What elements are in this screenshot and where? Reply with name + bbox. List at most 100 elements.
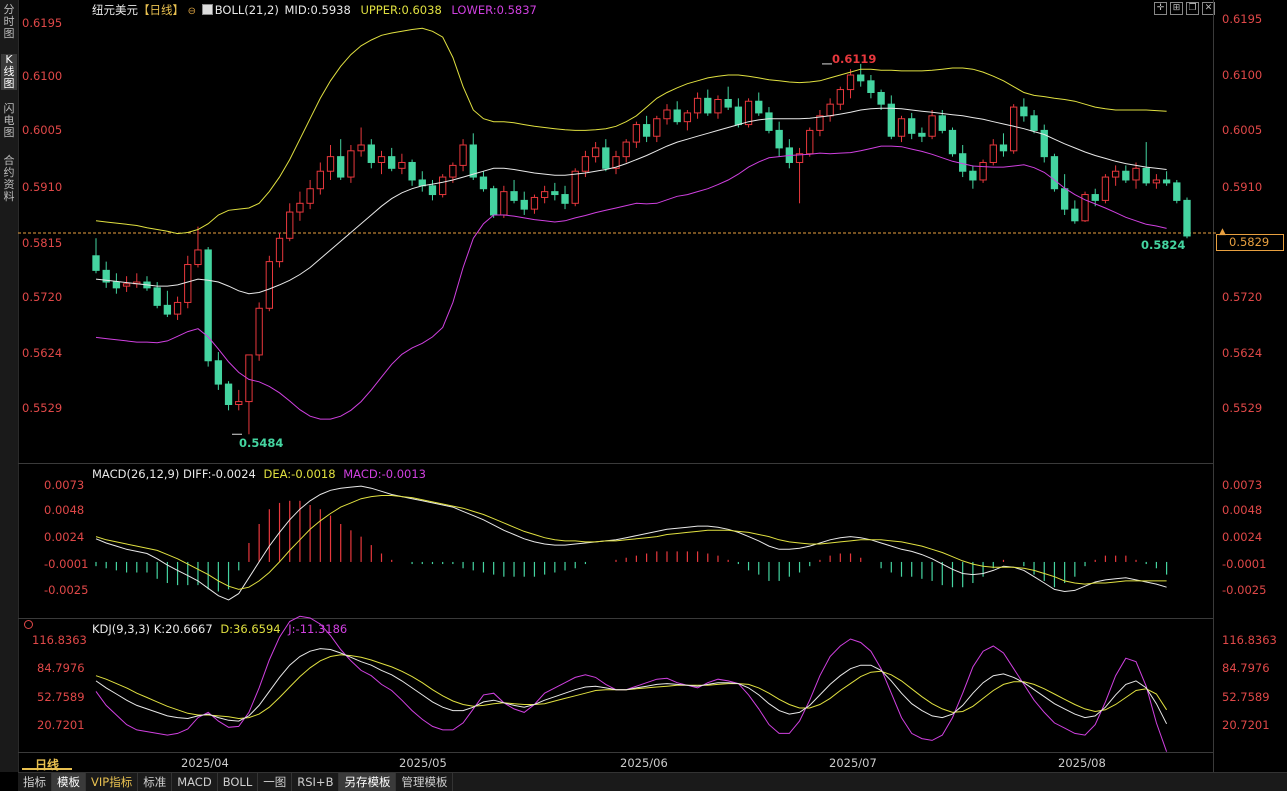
candle-up [591, 147, 600, 158]
tab-manage-template[interactable]: 管理模板 [396, 773, 454, 791]
time-axis-line [18, 752, 1213, 753]
candle-down [948, 129, 957, 155]
candle-up [173, 301, 182, 315]
macd-dea-line [95, 495, 1167, 590]
candle-down [1030, 115, 1038, 131]
date-label: 2025/08 [1058, 756, 1106, 770]
candle-down [1060, 188, 1069, 210]
candle-up [184, 264, 192, 303]
candle-down [999, 144, 1008, 152]
candle-down [857, 74, 865, 82]
candle-up [714, 98, 722, 114]
date-label: 2025/05 [399, 756, 447, 770]
candle-down [918, 132, 926, 137]
candle-down [408, 161, 416, 181]
candle-up [316, 170, 324, 190]
candle-down [469, 144, 477, 178]
candle-down [765, 112, 773, 131]
candle-down [1050, 156, 1059, 190]
candle-up [928, 115, 936, 137]
boll-mid-line [95, 107, 1167, 295]
candle-up [1101, 176, 1110, 201]
candle-up [439, 176, 447, 196]
candle-down [704, 97, 712, 114]
tab-boll[interactable]: BOLL [218, 773, 259, 791]
candle-up [122, 283, 131, 287]
candle-down [337, 156, 345, 178]
tab-save-template[interactable]: 另存模板 [339, 773, 397, 791]
candle-up [979, 161, 987, 181]
tab-vip-indicator[interactable]: VIP指标 [86, 773, 139, 791]
candle-up [846, 74, 855, 91]
candle-up [816, 115, 824, 131]
candle-down [1071, 208, 1079, 222]
candle-down [887, 103, 895, 137]
kdj-k-line [95, 648, 1168, 725]
candle-down [959, 153, 967, 172]
candle-up [377, 156, 386, 163]
candle-down [112, 281, 121, 289]
tab-indicator[interactable]: 指标 [18, 773, 52, 791]
candle-down [510, 191, 518, 201]
candle-up [306, 188, 314, 204]
candle-down [551, 191, 559, 196]
candle-up [806, 129, 814, 155]
candle-up [693, 97, 702, 114]
candle-down [775, 129, 783, 149]
candle-up [663, 109, 671, 120]
candle-down [673, 109, 681, 123]
tab-template[interactable]: 模板 [52, 773, 86, 791]
candle-down [214, 360, 223, 385]
candle-up [653, 118, 661, 137]
tab-standard[interactable]: 标准 [138, 773, 173, 791]
candle-up [1132, 167, 1140, 181]
candle-down [520, 199, 528, 210]
candle-up [1010, 106, 1018, 152]
boll-lower-line [95, 145, 1167, 420]
candle-up [989, 144, 997, 163]
candle-down [367, 144, 375, 163]
kline-chart-canvas[interactable] [0, 0, 1287, 790]
candle-down [1122, 170, 1130, 181]
tab-one-chart[interactable]: 一图 [258, 773, 293, 791]
candle-up [683, 112, 692, 123]
candle-down [1183, 199, 1191, 237]
low-price-label: 0.5484 [239, 436, 284, 450]
candle-up [265, 261, 273, 309]
candle-down [163, 304, 172, 315]
candle-up [347, 150, 355, 178]
candle-up [571, 170, 579, 204]
candle-down [1142, 167, 1150, 184]
last-price-label: 0.5824 [1141, 238, 1186, 252]
candle-up [622, 141, 630, 158]
candle-down [724, 98, 732, 108]
candle-down [938, 115, 946, 131]
candle-up [836, 89, 844, 105]
candle-up [897, 118, 906, 137]
candle-down [224, 383, 233, 406]
candle-down [92, 255, 100, 271]
candle-down [561, 194, 569, 204]
candle-down [1173, 182, 1181, 201]
candle-down [877, 91, 885, 105]
candle-down [602, 147, 610, 169]
period-underline [22, 768, 72, 770]
candle-down [1162, 179, 1171, 184]
bottom-toolbar: 指标 模板 VIP指标 标准 MACD BOLL 一图 RSI+B 另存模板 管理模板 [18, 772, 1287, 791]
candle-up [826, 103, 834, 117]
period-indicator[interactable]: 日线 [35, 756, 59, 773]
tab-rsi-b[interactable]: RSI+B [292, 773, 340, 791]
candle-down [908, 118, 916, 134]
candle-up [530, 196, 539, 210]
candle-down [734, 106, 743, 126]
date-label: 2025/06 [620, 756, 668, 770]
candle-down [489, 188, 498, 216]
candle-up [540, 191, 549, 198]
tab-macd[interactable]: MACD [172, 773, 218, 791]
date-label: 2025/07 [829, 756, 877, 770]
candle-down [1091, 194, 1099, 201]
candle-down [755, 100, 763, 114]
candle-down [153, 287, 161, 306]
candle-up [275, 237, 284, 263]
candle-up [1111, 170, 1120, 178]
